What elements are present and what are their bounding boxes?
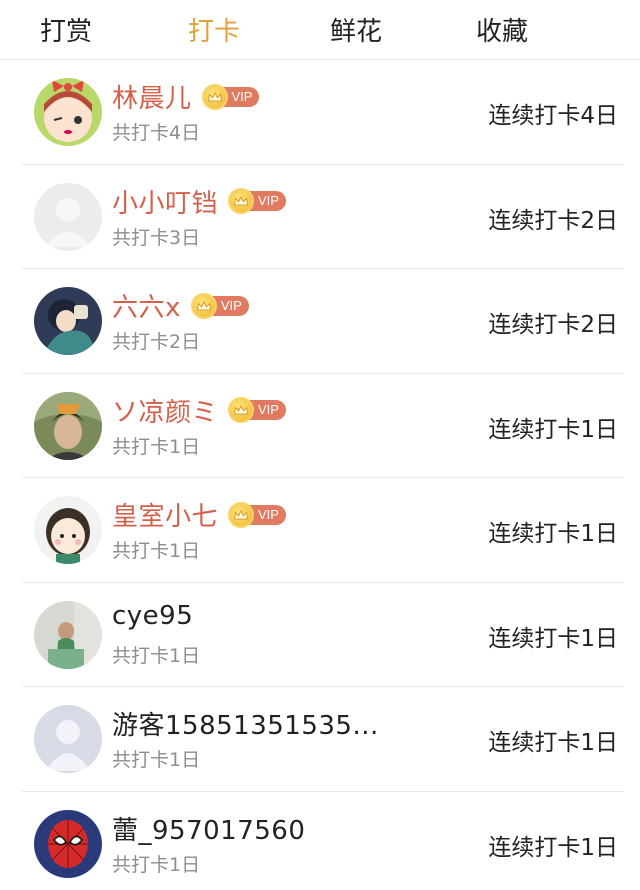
name-line: 蕾_957017560 xyxy=(112,810,305,847)
vip-badge: VIP xyxy=(228,397,286,423)
avatar[interactable] xyxy=(34,496,102,564)
user-name[interactable]: 蕾_957017560 xyxy=(112,810,305,847)
list-item[interactable]: 小小叮铛 VIP 共打卡3日 连续打卡2日 xyxy=(22,165,624,269)
total-checkins: 共打卡1日 xyxy=(112,540,201,562)
total-checkins: 共打卡2日 xyxy=(112,331,201,353)
list-item[interactable]: cye95 共打卡1日 连续打卡1日 xyxy=(22,583,624,687)
streak-count: 连续打卡1日 xyxy=(488,834,618,861)
user-name[interactable]: cye95 xyxy=(112,601,193,631)
name-line: 林晨儿 VIP xyxy=(112,78,260,115)
avatar[interactable] xyxy=(34,705,102,773)
tab-favorites[interactable]: 收藏 xyxy=(450,11,554,48)
user-name[interactable]: 林晨儿 xyxy=(112,78,192,115)
vip-badge: VIP xyxy=(228,188,286,214)
user-name[interactable]: 皇室小七 xyxy=(112,496,218,533)
name-line: 皇室小七 VIP xyxy=(112,496,286,533)
name-line: 游客15851351535... xyxy=(112,705,379,742)
tab-bar: 打赏 打卡 鲜花 收藏 xyxy=(0,0,640,60)
streak-count: 连续打卡2日 xyxy=(488,207,618,234)
name-line: cye95 xyxy=(112,601,193,631)
vip-badge: VIP xyxy=(201,83,260,110)
streak-count: 连续打卡1日 xyxy=(488,730,618,756)
list-item[interactable]: 蕾_957017560 共打卡1日 连续打卡1日 xyxy=(22,792,624,890)
user-name[interactable]: ソ凉颜ミ xyxy=(112,392,218,429)
crown-icon xyxy=(228,188,255,214)
list-item[interactable]: 皇室小七 VIP 共打卡1日 连续打卡1日 xyxy=(22,478,624,583)
user-name[interactable]: 游客15851351535... xyxy=(112,705,379,742)
list-item[interactable]: 林晨儿 VIP 共打卡4日 连续打卡4日 xyxy=(22,60,624,165)
avatar[interactable] xyxy=(34,600,102,669)
avatar[interactable] xyxy=(34,78,102,146)
crown-icon xyxy=(228,501,255,528)
list-item[interactable]: 六六x VIP 共打卡2日 连续打卡2日 xyxy=(22,269,624,374)
avatar[interactable] xyxy=(34,287,102,355)
name-line: ソ凉颜ミ VIP xyxy=(112,392,286,429)
list-item[interactable]: ソ凉颜ミ VIP 共打卡1日 连续打卡1日 xyxy=(22,374,624,478)
total-checkins: 共打卡1日 xyxy=(112,435,201,458)
avatar[interactable] xyxy=(34,809,102,878)
streak-count: 连续打卡1日 xyxy=(488,521,618,547)
crown-icon xyxy=(190,292,217,319)
avatar[interactable] xyxy=(34,391,102,460)
vip-badge: VIP xyxy=(228,501,286,528)
streak-count: 连续打卡1日 xyxy=(488,625,618,652)
user-name[interactable]: 六六x xyxy=(112,287,181,324)
streak-count: 连续打卡2日 xyxy=(488,312,618,338)
user-name[interactable]: 小小叮铛 xyxy=(112,183,218,220)
name-line: 六六x VIP xyxy=(112,287,249,324)
avatar[interactable] xyxy=(34,182,102,251)
total-checkins: 共打卡1日 xyxy=(112,644,201,667)
crown-icon xyxy=(201,83,228,110)
tab-flowers[interactable]: 鲜花 xyxy=(304,11,408,48)
crown-icon xyxy=(228,397,255,423)
list-item[interactable]: 游客15851351535... 共打卡1日 连续打卡1日 xyxy=(22,687,624,792)
total-checkins: 共打卡1日 xyxy=(112,853,201,876)
total-checkins: 共打卡3日 xyxy=(112,226,201,249)
name-line: 小小叮铛 VIP xyxy=(112,183,286,220)
tab-checkin[interactable]: 打卡 xyxy=(162,11,266,48)
streak-count: 连续打卡4日 xyxy=(488,103,618,129)
total-checkins: 共打卡4日 xyxy=(112,122,201,144)
total-checkins: 共打卡1日 xyxy=(112,749,201,771)
checkin-list: 林晨儿 VIP 共打卡4日 连续打卡4日 小小叮铛 VIP 共打卡3日 连续打卡2日 六六x VI… xyxy=(0,60,640,890)
vip-badge: VIP xyxy=(190,292,249,319)
streak-count: 连续打卡1日 xyxy=(488,416,618,443)
tab-reward[interactable]: 打赏 xyxy=(14,11,118,48)
